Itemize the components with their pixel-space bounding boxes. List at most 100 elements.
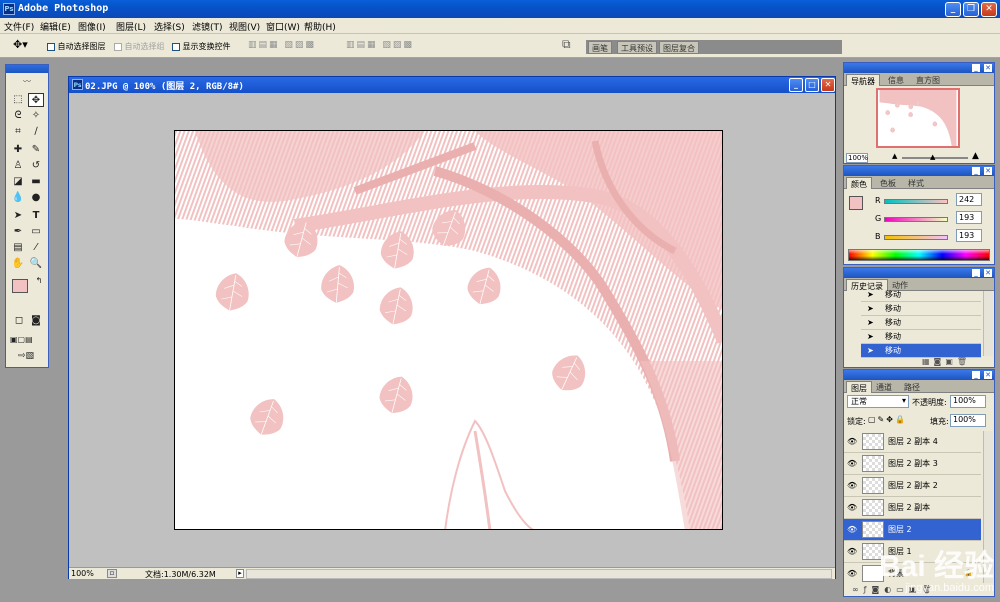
screen-mode-icons[interactable]: ▣▢▤ <box>10 333 33 347</box>
menu-help[interactable]: 帮助(H) <box>304 20 336 33</box>
history-item[interactable]: ➤ 移动 <box>861 288 981 302</box>
opacity-field[interactable]: 100% <box>950 395 986 408</box>
auto-select-layer-option[interactable]: 自动选择图层 <box>47 41 106 52</box>
menu-layer[interactable]: 图层(L) <box>116 20 146 33</box>
zoom-out-icon[interactable]: ▲ <box>892 152 897 160</box>
status-menu-arrow-icon[interactable]: ▸ <box>236 569 244 578</box>
layers-minimize-icon[interactable]: _ <box>972 371 980 379</box>
color-fg-swatch[interactable] <box>849 196 863 210</box>
menu-filter[interactable]: 滤镜(T) <box>192 20 223 33</box>
dodge-tool-icon[interactable]: ● <box>28 191 44 205</box>
tab-color[interactable]: 颜色 <box>846 177 872 189</box>
history-minimize-icon[interactable]: _ <box>972 269 980 277</box>
quickmask-mode-icon[interactable]: ◙ <box>28 314 44 328</box>
pen-tool-icon[interactable]: ✒ <box>10 225 26 239</box>
auto-select-layer-checkbox[interactable] <box>47 42 55 51</box>
show-transform-option[interactable]: 显示变换控件 <box>172 41 231 52</box>
b-value[interactable]: 193 <box>956 229 982 242</box>
blur-tool-icon[interactable]: 💧 <box>10 191 26 205</box>
r-slider[interactable] <box>884 199 948 204</box>
blend-mode-select[interactable]: 正常 ▾ <box>847 395 909 408</box>
show-transform-checkbox[interactable] <box>172 42 180 51</box>
standard-mode-icon[interactable]: ◻ <box>11 314 27 328</box>
tab-paths[interactable]: 路径 <box>900 381 924 393</box>
tab-swatches[interactable]: 色板 <box>876 177 900 189</box>
eye-icon[interactable]: 👁 <box>847 481 857 490</box>
navigator-minimize-icon[interactable]: _ <box>972 64 980 72</box>
menu-edit[interactable]: 编辑(E) <box>40 20 71 33</box>
layer-row[interactable]: 👁 图层 2 副本 <box>844 497 981 519</box>
layers-close-icon[interactable]: ✕ <box>984 371 992 379</box>
doc-close-button[interactable]: ✕ <box>821 78 835 92</box>
r-value[interactable]: 242 <box>956 193 982 206</box>
restore-button[interactable]: ❐ <box>963 2 979 17</box>
marquee-tool-icon[interactable]: ⬚ <box>10 93 26 107</box>
history-footer-icons[interactable]: ▦◙▣🗑 <box>922 357 971 366</box>
zoom-tool-icon[interactable]: 🔍 <box>28 257 44 271</box>
navigator-slider-thumb-icon[interactable]: ▲ <box>930 153 935 161</box>
swap-colors-icon[interactable]: ↰ <box>31 274 47 288</box>
path-select-icon[interactable]: ➤ <box>10 209 26 223</box>
move-tool-icon[interactable]: ✥ <box>28 93 44 107</box>
eye-icon[interactable]: 👁 <box>847 569 857 578</box>
eye-icon[interactable]: 👁 <box>847 437 857 446</box>
color-minimize-icon[interactable]: _ <box>972 167 980 175</box>
navigator-zoom-field[interactable]: 100% <box>846 153 868 163</box>
layer-row[interactable]: 👁 图层 2 副本 3 <box>844 453 981 475</box>
eye-icon[interactable]: 👁 <box>847 503 857 512</box>
eyedropper-icon[interactable]: ⁄ <box>28 241 44 255</box>
minimize-button[interactable]: _ <box>945 2 961 17</box>
slice-tool-icon[interactable]: ∕ <box>28 125 44 139</box>
eye-icon[interactable]: 👁 <box>847 459 857 468</box>
jump-to-imageready-icon[interactable]: ⇨▧ <box>10 349 42 363</box>
menu-view[interactable]: 视图(V) <box>229 20 260 33</box>
b-slider[interactable] <box>884 235 948 240</box>
menu-window[interactable]: 窗口(W) <box>266 20 300 33</box>
history-item[interactable]: ➤ 移动 <box>861 316 981 330</box>
eye-icon[interactable]: 👁 <box>847 547 857 556</box>
zoom-level[interactable]: 100% <box>71 569 94 578</box>
shape-tool-icon[interactable]: ▭ <box>28 225 44 239</box>
doc-maximize-button[interactable]: □ <box>805 78 819 92</box>
tab-info[interactable]: 信息 <box>884 74 908 86</box>
tab-layers[interactable]: 图层 <box>846 381 872 393</box>
doc-minimize-button[interactable]: _ <box>789 78 803 92</box>
navigator-close-icon[interactable]: ✕ <box>984 64 992 72</box>
g-slider[interactable] <box>884 217 948 222</box>
layer-row[interactable]: 👁 图层 2 副本 4 <box>844 431 981 453</box>
menu-file[interactable]: 文件(F) <box>4 20 34 33</box>
lock-icons[interactable]: ▢✎✥🔒 <box>868 415 907 424</box>
fill-field[interactable]: 100% <box>950 414 986 427</box>
color-close-icon[interactable]: ✕ <box>984 167 992 175</box>
brush-tool-icon[interactable]: ✎ <box>28 143 44 157</box>
foreground-color-swatch[interactable] <box>12 279 28 293</box>
hand-tool-icon[interactable]: ✋ <box>10 257 26 271</box>
image-canvas[interactable] <box>174 130 723 530</box>
gradient-tool-icon[interactable]: ▬ <box>28 175 44 189</box>
crop-tool-icon[interactable]: ⌗ <box>10 125 26 139</box>
tab-histogram[interactable]: 直方图 <box>912 74 944 86</box>
move-tool-icon[interactable]: ✥▾ <box>13 38 28 51</box>
status-icon[interactable]: ▫ <box>107 569 117 578</box>
layer-row[interactable]: 👁 图层 2 副本 2 <box>844 475 981 497</box>
history-item-selected[interactable]: ➤ 移动 <box>861 344 981 358</box>
eye-icon[interactable]: 👁 <box>847 525 857 534</box>
type-tool-icon[interactable]: T <box>28 209 44 223</box>
eraser-tool-icon[interactable]: ◪ <box>10 175 26 189</box>
navigator-preview[interactable] <box>876 88 960 148</box>
clone-stamp-icon[interactable]: ♙ <box>10 159 26 173</box>
history-item[interactable]: ➤ 移动 <box>861 302 981 316</box>
horizontal-scrollbar[interactable] <box>246 569 832 579</box>
history-scrollbar[interactable] <box>983 291 993 356</box>
close-button[interactable]: ✕ <box>981 2 997 17</box>
history-brush-icon[interactable]: ↺ <box>28 159 44 173</box>
menu-select[interactable]: 选择(S) <box>154 20 185 33</box>
notes-tool-icon[interactable]: ▤ <box>10 241 26 255</box>
well-tool-presets[interactable]: 工具预设 <box>617 41 657 54</box>
palette-well-icon[interactable]: ⧉ <box>562 37 571 52</box>
document-title-bar[interactable]: Ps 02.JPG @ 100% (图层 2, RGB/8#) _ □ ✕ <box>69 77 835 93</box>
history-close-icon[interactable]: ✕ <box>984 269 992 277</box>
lasso-tool-icon[interactable]: ᘓ <box>10 109 26 123</box>
layer-row-selected[interactable]: 👁 图层 2 <box>844 519 981 541</box>
well-layer-comps[interactable]: 图层复合 <box>659 41 699 54</box>
